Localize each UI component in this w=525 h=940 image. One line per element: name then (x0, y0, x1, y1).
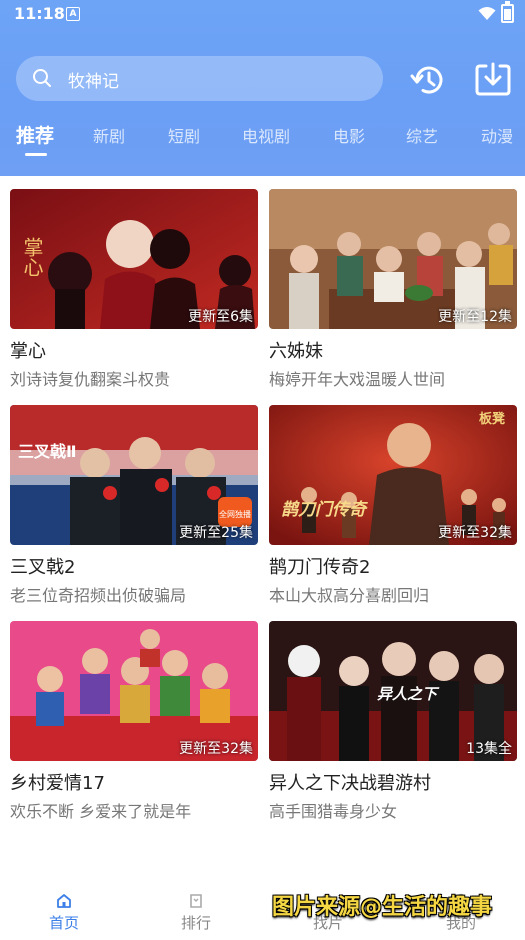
tab-movies[interactable]: 电影 (333, 123, 365, 147)
search-input[interactable]: 牧神记 (16, 56, 383, 101)
tab-anime[interactable]: 动漫 (481, 123, 513, 147)
poster-image: 更新至12集 (269, 189, 517, 329)
poster-image: 掌心 更新至6集 (10, 189, 258, 329)
episode-badge: 13集全 (466, 741, 512, 757)
status-time: 11:18 (14, 4, 65, 23)
nav-label: 首页 (48, 914, 79, 932)
rank-icon (190, 894, 202, 908)
episode-badge: 更新至12集 (438, 309, 512, 325)
card-title: 鹊刀门传奇2 (269, 557, 371, 578)
video-card[interactable]: 板凳 鹊刀门传奇 更新至32集 鹊刀门传奇2 本山大叔高分喜剧回归 (269, 405, 517, 615)
video-card[interactable]: 掌心 更新至6集 掌心 刘诗诗复仇翻案斗权贵 (10, 189, 258, 399)
card-title: 掌心 (10, 341, 46, 362)
notification-icon: A (66, 7, 80, 21)
battery-icon (501, 1, 514, 23)
wifi-icon (478, 7, 496, 20)
poster-image: 全网独播 三叉戟Ⅱ 更新至25集 (10, 405, 258, 545)
card-subtitle: 老三位奇招频出侦破骗局 (10, 586, 187, 605)
nav-label: 排行 (180, 914, 211, 932)
video-card[interactable]: 全网独播 三叉戟Ⅱ 更新至25集 三叉戟2 老三位奇招频出侦破骗局 (10, 405, 258, 615)
card-subtitle: 刘诗诗复仇翻案斗权贵 (10, 370, 171, 389)
poster-title-text: 鹊刀门传奇 (281, 500, 368, 520)
video-card[interactable]: 更新至12集 六姊妹 梅婷开年大戏温暖人世间 (269, 189, 517, 399)
card-title: 乡村爱情17 (10, 773, 105, 794)
nav-home[interactable]: 首页 (29, 892, 99, 933)
tab-recommend[interactable]: 推荐 (16, 121, 54, 148)
poster-title-text: 掌心 (20, 237, 44, 277)
card-subtitle: 欢乐不断 乡爱来了就是年 (10, 802, 192, 821)
tab-short-drama[interactable]: 短剧 (168, 123, 200, 147)
watermark: 图片来源@生活的趣事 (272, 895, 493, 920)
active-tab-indicator (25, 153, 47, 156)
search-query: 牧神记 (68, 72, 119, 92)
history-icon[interactable] (409, 60, 449, 100)
episode-badge: 更新至32集 (438, 525, 512, 541)
poster-tag-text: 板凳 (479, 411, 506, 427)
download-icon[interactable] (474, 60, 512, 98)
header: 11:18 A 牧神记 推荐 新剧 短剧 电视剧 电影 综艺 动漫 (0, 0, 525, 176)
card-title: 异人之下决战碧游村 (269, 773, 431, 794)
tab-variety[interactable]: 综艺 (406, 123, 438, 147)
nav-rank[interactable]: 排行 (161, 892, 231, 933)
card-subtitle: 梅婷开年大戏温暖人世间 (269, 370, 446, 389)
poster-image: 异人之下 13集全 (269, 621, 517, 761)
category-tabs: 推荐 新剧 短剧 电视剧 电影 综艺 动漫 (0, 121, 525, 161)
episode-badge: 更新至25集 (179, 525, 253, 541)
card-title: 三叉戟2 (10, 557, 76, 578)
card-title: 六姊妹 (269, 341, 323, 362)
poster-title-text: 三叉戟Ⅱ (18, 442, 77, 461)
tab-tv-series[interactable]: 电视剧 (242, 123, 290, 147)
poster-tag-text: 全网独播 (219, 509, 251, 519)
card-subtitle: 高手围猎毒身少女 (269, 802, 398, 821)
tab-new-drama[interactable]: 新剧 (93, 123, 125, 147)
home-icon (57, 894, 71, 908)
video-card[interactable]: 异人之下 13集全 异人之下决战碧游村 高手围猎毒身少女 (269, 621, 517, 831)
episode-badge: 更新至6集 (188, 309, 253, 325)
search-icon (33, 69, 51, 87)
card-subtitle: 本山大叔高分喜剧回归 (269, 586, 430, 605)
poster-image: 板凳 鹊刀门传奇 更新至32集 (269, 405, 517, 545)
poster-image: 更新至32集 (10, 621, 258, 761)
episode-badge: 更新至32集 (179, 741, 253, 757)
poster-title-text: 异人之下 (377, 685, 440, 703)
video-card[interactable]: 更新至32集 乡村爱情17 欢乐不断 乡爱来了就是年 (10, 621, 258, 831)
status-bar: 11:18 A (0, 0, 525, 30)
